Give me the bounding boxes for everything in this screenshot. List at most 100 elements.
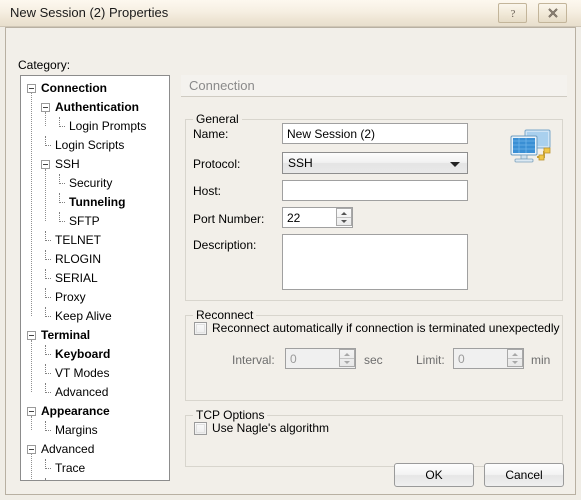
interval-stepper[interactable] (285, 348, 356, 369)
window-title: New Session (2) Properties (10, 5, 169, 20)
category-tree-panel[interactable]: Connection Authentication Login Prompts Log… (20, 75, 170, 481)
tree-branch-line (41, 231, 51, 250)
tree-branch-line (55, 174, 65, 193)
tree-guide-line (31, 416, 32, 430)
limit-spin-down[interactable] (508, 358, 522, 366)
tree-item-authentication[interactable]: Authentication (21, 98, 169, 117)
tree-branch-line (55, 117, 65, 136)
tree-item-sftp[interactable]: SFTP (21, 212, 169, 231)
tree-branch-line (55, 193, 65, 212)
tree-item-margins[interactable]: Margins (21, 421, 169, 440)
tree-item-label: Appearance (41, 404, 110, 418)
port-spin-buttons[interactable] (336, 208, 352, 226)
tree-collapse-icon[interactable] (27, 445, 36, 454)
tree-collapse-icon[interactable] (41, 103, 50, 112)
title-bar: New Session (2) Properties ? (0, 0, 581, 27)
tree-item-label: Trace (55, 461, 86, 475)
tree-item-label: Advanced (41, 442, 95, 456)
settings-pane: Connection General Name: New Session (2)… (181, 75, 567, 481)
tree-item-label: Tunneling (69, 195, 126, 209)
name-input[interactable] (282, 123, 468, 144)
tree-item-label: SFTP (69, 214, 100, 228)
limit-label: Limit: (416, 353, 445, 367)
tree-item-label: Margins (55, 423, 98, 437)
tree-branch-line (41, 459, 51, 478)
tree-guide-line (45, 112, 46, 126)
tree-item-label: Keep Alive (55, 309, 112, 323)
tree-item-tunneling[interactable]: Tunneling (21, 193, 169, 212)
reconnect-auto-label: Reconnect automatically if connection is… (212, 321, 560, 335)
tree-item-security[interactable]: Security (21, 174, 169, 193)
chevron-down-icon (450, 162, 460, 167)
pane-header-title: Connection (189, 78, 255, 93)
tree-branch-line (55, 212, 65, 231)
nagle-checkbox[interactable] (194, 422, 207, 435)
ok-button[interactable]: OK (394, 463, 474, 487)
tree-branch-line (41, 136, 51, 155)
tree-guide-line (31, 340, 32, 392)
protocol-combobox[interactable]: SSH (282, 152, 468, 174)
limit-stepper[interactable] (453, 348, 524, 369)
tree-item-label: RLOGIN (55, 252, 102, 266)
tree-item-label: TELNET (55, 233, 102, 247)
interval-spin-down[interactable] (340, 358, 354, 366)
tree-item-label: SSH (55, 157, 80, 171)
tree-branch-line (41, 269, 51, 288)
tree-item-label: Terminal (41, 328, 91, 342)
tree-branch-line (41, 288, 51, 307)
cancel-button[interactable]: Cancel (484, 463, 564, 487)
tree-collapse-icon[interactable] (27, 331, 36, 340)
name-label: Name: (193, 127, 229, 141)
tree-item-label: Security (69, 176, 113, 190)
tree-item-appearance[interactable]: Appearance (21, 402, 169, 421)
reconnect-auto-checkbox[interactable] (194, 322, 207, 335)
host-label: Host: (193, 184, 222, 198)
tree-item-login-scripts[interactable]: Login Scripts (21, 136, 169, 155)
host-input[interactable] (282, 180, 468, 201)
tree-item-trace[interactable]: Trace (21, 459, 169, 478)
tree-item-label: Login Prompts (69, 119, 147, 133)
limit-spin-buttons[interactable] (507, 349, 523, 367)
category-label: Category: (18, 58, 71, 72)
session-properties-dialog: New Session (2) Properties ? Category: C… (0, 0, 581, 500)
tree-item-ssh[interactable]: SSH (21, 155, 169, 174)
tree-branch-line (41, 345, 51, 364)
interval-label: Interval: (232, 353, 275, 367)
port-stepper[interactable] (282, 207, 353, 228)
tree-collapse-icon[interactable] (41, 160, 50, 169)
tree-item-login-prompts[interactable]: Login Prompts (21, 117, 169, 136)
tree-item-vt-modes[interactable]: VT Modes (21, 364, 169, 383)
category-tree: Connection Authentication Login Prompts Log… (21, 76, 169, 481)
close-button[interactable] (538, 3, 567, 23)
tree-item-serial[interactable]: SERIAL (21, 269, 169, 288)
tree-collapse-icon[interactable] (27, 84, 36, 93)
tree-item-advanced[interactable]: Advanced (21, 440, 169, 459)
tree-item-keep-alive[interactable]: Keep Alive (21, 307, 169, 326)
pane-header: Connection (181, 75, 567, 97)
tree-branch-line (41, 364, 51, 383)
tree-item-terminal[interactable]: Terminal (21, 326, 169, 345)
tree-item-proxy[interactable]: Proxy (21, 288, 169, 307)
description-label: Description: (193, 238, 257, 252)
description-input[interactable] (282, 234, 468, 290)
tree-item-label: Logging (55, 480, 102, 481)
reconnect-group-title: Reconnect (193, 308, 257, 322)
help-button[interactable]: ? (498, 3, 527, 23)
tree-item-label: SERIAL (55, 271, 98, 285)
tree-item-rlogin[interactable]: RLOGIN (21, 250, 169, 269)
tree-item-advanced[interactable]: Advanced (21, 383, 169, 402)
port-label: Port Number: (193, 212, 265, 226)
protocol-label: Protocol: (193, 157, 241, 171)
interval-unit: sec (364, 353, 383, 367)
tree-branch-line (41, 478, 50, 480)
interval-spin-buttons[interactable] (339, 349, 355, 367)
port-spin-down[interactable] (337, 217, 351, 225)
tree-branch-line (41, 250, 51, 269)
tree-item-connection[interactable]: Connection (21, 79, 169, 98)
general-group-title: General (193, 112, 242, 126)
tree-item-label: VT Modes (55, 366, 110, 380)
tree-item-logging[interactable]: Logging (21, 478, 169, 481)
tree-item-keyboard[interactable]: Keyboard (21, 345, 169, 364)
tree-collapse-icon[interactable] (27, 407, 36, 416)
tree-item-telnet[interactable]: TELNET (21, 231, 169, 250)
